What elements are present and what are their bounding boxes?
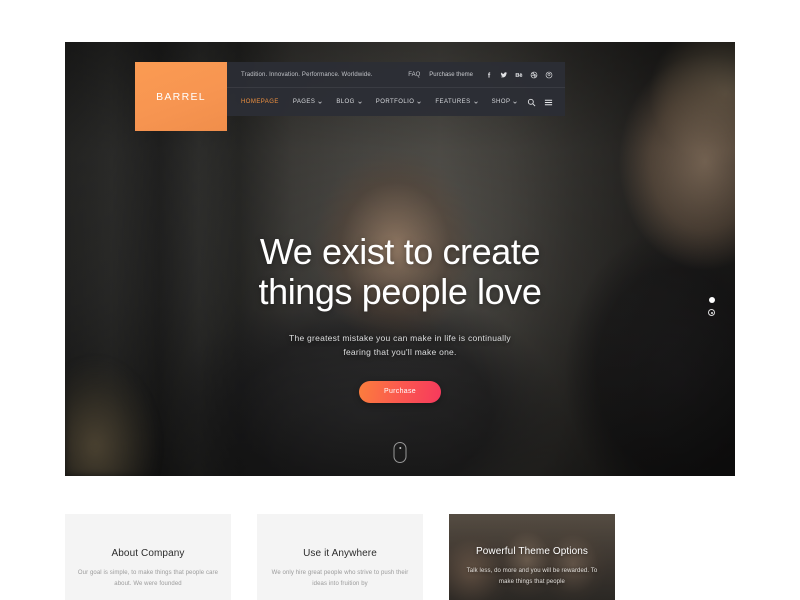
card-title: Powerful Theme Options	[475, 546, 589, 557]
nav-item-shop-label: Shop	[491, 99, 511, 105]
top-bar-right: FAQ Purchase theme	[408, 71, 553, 79]
pinterest-icon[interactable]	[545, 71, 553, 79]
webpage-preview: We exist to create things people love Th…	[0, 0, 800, 600]
site-header: Tradition. Innovation. Performance. Worl…	[135, 62, 565, 131]
hero-title: We exist to create things people love	[65, 231, 735, 313]
purchase-button[interactable]: Purchase	[359, 380, 441, 403]
chevron-down-icon	[358, 101, 362, 104]
facebook-icon[interactable]	[485, 71, 493, 79]
chevron-down-icon	[417, 101, 422, 104]
nav-item-portfolio-label: Portfolio	[375, 99, 415, 105]
nav-item-pages[interactable]: Pages	[292, 99, 323, 105]
nav-item-features[interactable]: Features	[435, 99, 478, 105]
feature-cards: About Company Our goal is simple, to mak…	[65, 514, 735, 600]
site-logo[interactable]: BARREL	[135, 62, 227, 131]
site-tagline: Tradition. Innovation. Performance. Worl…	[241, 71, 373, 78]
nav-item-portfolio[interactable]: Portfolio	[376, 99, 422, 105]
slider-pagination	[708, 297, 715, 316]
nav-item-homepage-label: Homepage	[241, 99, 279, 105]
nav-items: Homepage Pages Blog Portfolio Features	[241, 99, 518, 105]
hero-subtitle-line-1: The greatest mistake you can make in lif…	[289, 332, 511, 343]
hero-title-line-1: We exist to create	[259, 231, 541, 272]
card-powerful-theme-options[interactable]: Powerful Theme Options Talk less, do mor…	[449, 514, 615, 600]
social-links	[485, 71, 553, 79]
hero-content: We exist to create things people love Th…	[65, 231, 735, 403]
faq-link[interactable]: FAQ	[408, 72, 420, 78]
slider-dot-2[interactable]	[708, 309, 715, 316]
purchase-theme-link[interactable]: Purchase theme	[429, 72, 473, 78]
card-text: We only hire great people who strive to …	[271, 570, 409, 587]
card-text: Our goal is simple, to make things that …	[77, 570, 219, 587]
scroll-down-mouse-icon[interactable]	[393, 442, 407, 463]
nav-tools	[527, 98, 553, 107]
hamburger-menu-icon[interactable]	[544, 98, 553, 107]
card-about-company[interactable]: About Company Our goal is simple, to mak…	[65, 514, 231, 600]
hero-subtitle-line-2: fearing that you'll make one.	[343, 346, 457, 357]
chevron-down-icon	[513, 101, 518, 104]
hero-title-line-2: things people love	[258, 271, 542, 313]
twitter-icon[interactable]	[500, 71, 508, 79]
nav-item-homepage[interactable]: Homepage	[241, 99, 279, 105]
card-title: Use it Anywhere	[303, 548, 377, 559]
search-icon[interactable]	[527, 98, 536, 107]
nav-item-shop[interactable]: Shop	[492, 99, 518, 105]
card-use-it-anywhere[interactable]: Use it Anywhere We only hire great peopl…	[257, 514, 423, 600]
nav-item-blog-label: Blog	[336, 99, 355, 105]
dribbble-icon[interactable]	[530, 71, 538, 79]
nav-item-blog[interactable]: Blog	[336, 99, 362, 105]
card-title: About Company	[111, 548, 185, 559]
hero-subtitle: The greatest mistake you can make in lif…	[65, 331, 735, 359]
behance-icon[interactable]	[515, 71, 523, 79]
slider-dot-1[interactable]	[708, 297, 715, 303]
site-logo-text: BARREL	[156, 90, 206, 103]
nav-item-features-label: Features	[435, 99, 471, 105]
chevron-down-icon	[473, 101, 478, 104]
nav-item-pages-label: Pages	[292, 99, 316, 105]
card-text: Talk less, do more and you will be rewar…	[466, 568, 598, 585]
chevron-down-icon	[318, 101, 323, 104]
